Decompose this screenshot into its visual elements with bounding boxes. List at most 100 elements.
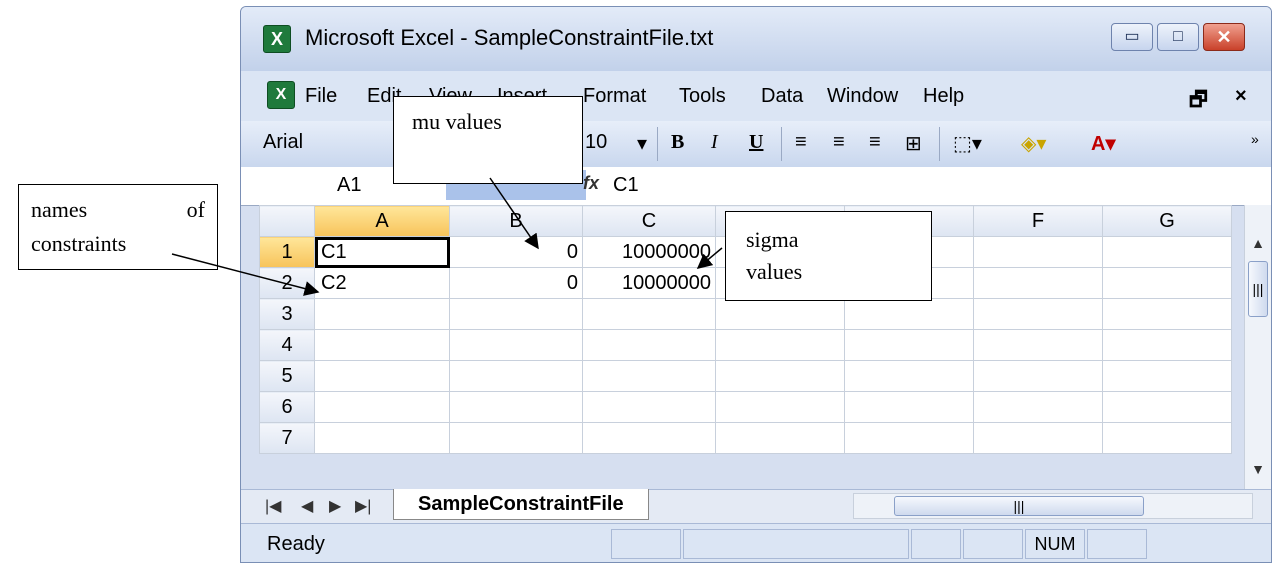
cell[interactable] xyxy=(314,391,450,423)
menu-window[interactable]: Window xyxy=(827,85,898,108)
horizontal-scrollbar[interactable]: ||| xyxy=(853,493,1253,519)
cell[interactable] xyxy=(449,298,583,330)
font-size-dropdown-icon[interactable]: ▾ xyxy=(637,131,647,156)
select-all-corner[interactable] xyxy=(259,205,315,237)
borders-icon[interactable]: ⬚▾ xyxy=(953,131,982,156)
cell[interactable] xyxy=(1102,329,1232,361)
align-right-icon[interactable]: ≡ xyxy=(869,131,881,154)
menu-tools[interactable]: Tools xyxy=(679,85,726,108)
cell[interactable] xyxy=(314,298,450,330)
cell[interactable]: 0 xyxy=(449,236,583,268)
menu-help[interactable]: Help xyxy=(923,85,964,108)
cell[interactable] xyxy=(314,360,450,392)
cell[interactable] xyxy=(1102,298,1232,330)
formula-input[interactable]: C1 xyxy=(613,170,639,200)
row-header[interactable]: 2 xyxy=(259,267,315,299)
cell[interactable] xyxy=(844,391,974,423)
cell[interactable] xyxy=(973,360,1103,392)
cell[interactable]: C1 xyxy=(314,236,450,268)
fill-color-icon[interactable]: ◈▾ xyxy=(1021,131,1046,156)
underline-button[interactable]: U xyxy=(749,131,763,154)
scroll-up-icon[interactable]: ▲ xyxy=(1245,235,1271,251)
first-sheet-icon[interactable]: |◀ xyxy=(265,496,281,516)
cell[interactable]: 10000000 xyxy=(582,236,716,268)
maximize-button[interactable]: □ xyxy=(1157,23,1199,51)
cell[interactable] xyxy=(582,360,716,392)
next-sheet-icon[interactable]: ▶ xyxy=(329,496,341,516)
row-header[interactable]: 4 xyxy=(259,329,315,361)
cell[interactable] xyxy=(449,391,583,423)
cell[interactable] xyxy=(973,329,1103,361)
minimize-button[interactable]: ▭ xyxy=(1111,23,1153,51)
cell[interactable] xyxy=(973,236,1103,268)
cell[interactable] xyxy=(449,422,583,454)
cell[interactable] xyxy=(449,360,583,392)
prev-sheet-icon[interactable]: ◀ xyxy=(301,496,313,516)
cell[interactable] xyxy=(1102,422,1232,454)
font-size-box[interactable]: 10 xyxy=(585,131,607,154)
cell[interactable] xyxy=(715,422,845,454)
cell[interactable] xyxy=(314,422,450,454)
column-header-c[interactable]: C xyxy=(582,205,716,237)
insert-function-icon[interactable]: fx xyxy=(583,173,599,194)
cell[interactable] xyxy=(582,329,716,361)
cell[interactable]: C2 xyxy=(314,267,450,299)
toolbar-separator xyxy=(657,127,658,161)
column-header-g[interactable]: G xyxy=(1102,205,1232,237)
cell[interactable] xyxy=(1102,391,1232,423)
workbook-icon[interactable]: X xyxy=(267,81,295,109)
toolbar-options-icon[interactable]: » xyxy=(1251,131,1259,147)
cell[interactable] xyxy=(844,422,974,454)
row-header[interactable]: 1 xyxy=(259,236,315,268)
column-header-f[interactable]: F xyxy=(973,205,1103,237)
cell[interactable] xyxy=(449,329,583,361)
font-color-icon[interactable]: A▾ xyxy=(1091,131,1115,156)
menu-data[interactable]: Data xyxy=(761,85,803,108)
cell[interactable] xyxy=(973,298,1103,330)
cell[interactable]: 0 xyxy=(449,267,583,299)
cell[interactable]: 10000000 xyxy=(582,267,716,299)
cell[interactable] xyxy=(973,391,1103,423)
cell[interactable] xyxy=(1102,360,1232,392)
menu-file[interactable]: File xyxy=(305,85,337,108)
row-header[interactable]: 6 xyxy=(259,391,315,423)
menu-format[interactable]: Format xyxy=(583,85,646,108)
last-sheet-icon[interactable]: ▶| xyxy=(355,496,371,516)
close-button[interactable]: ✕ xyxy=(1203,23,1245,51)
merge-center-icon[interactable]: ⊞ xyxy=(905,131,922,156)
align-center-icon[interactable]: ≡ xyxy=(833,131,845,154)
cell[interactable] xyxy=(314,329,450,361)
workbook-restore-button[interactable]: 🗗 xyxy=(1189,85,1208,119)
cell[interactable] xyxy=(844,360,974,392)
vertical-scroll-thumb[interactable]: ||| xyxy=(1248,261,1268,317)
cell[interactable] xyxy=(582,391,716,423)
sheet-tab-active[interactable]: SampleConstraintFile xyxy=(393,489,649,520)
cell[interactable] xyxy=(715,391,845,423)
align-left-icon[interactable]: ≡ xyxy=(795,131,807,154)
status-panel xyxy=(911,529,961,559)
cell[interactable] xyxy=(582,298,716,330)
row-header[interactable]: 3 xyxy=(259,298,315,330)
horizontal-scroll-thumb[interactable]: ||| xyxy=(894,496,1144,516)
cell[interactable] xyxy=(715,298,845,330)
column-header-a[interactable]: A xyxy=(314,205,450,237)
cell[interactable] xyxy=(844,298,974,330)
workbook-close-button[interactable]: × xyxy=(1235,85,1247,108)
scroll-down-icon[interactable]: ▼ xyxy=(1245,461,1271,477)
font-name-box[interactable]: Arial xyxy=(263,131,303,154)
row-header[interactable]: 7 xyxy=(259,422,315,454)
cell[interactable] xyxy=(582,422,716,454)
column-header-b[interactable]: B xyxy=(449,205,583,237)
cell[interactable] xyxy=(1102,267,1232,299)
cell[interactable] xyxy=(844,329,974,361)
cell[interactable] xyxy=(973,267,1103,299)
bold-button[interactable]: B xyxy=(671,131,684,154)
cell[interactable] xyxy=(715,329,845,361)
vertical-scrollbar[interactable]: ▲ ||| ▼ xyxy=(1244,205,1271,489)
excel-app-icon[interactable]: X xyxy=(263,25,291,53)
cell[interactable] xyxy=(973,422,1103,454)
cell[interactable] xyxy=(1102,236,1232,268)
row-header[interactable]: 5 xyxy=(259,360,315,392)
italic-button[interactable]: I xyxy=(711,131,718,154)
cell[interactable] xyxy=(715,360,845,392)
